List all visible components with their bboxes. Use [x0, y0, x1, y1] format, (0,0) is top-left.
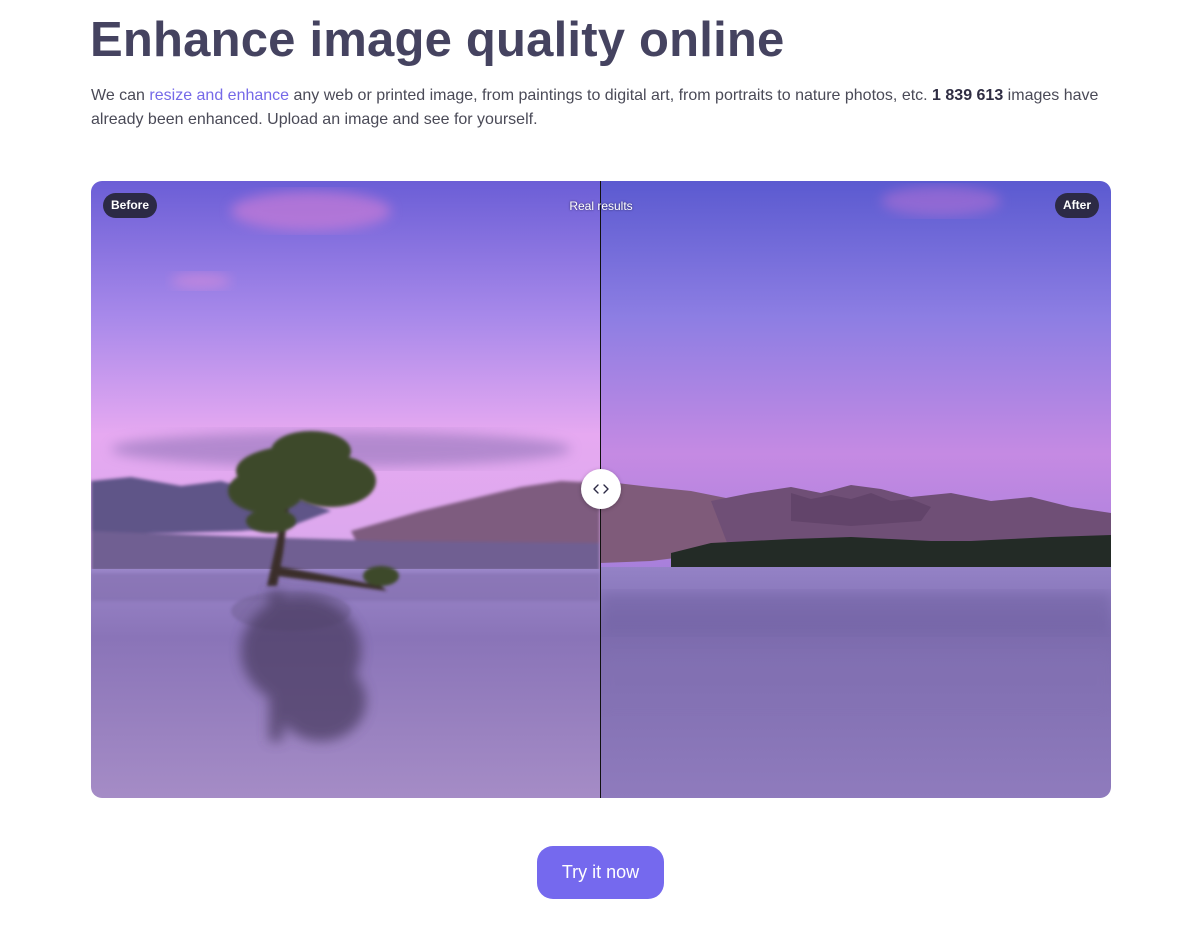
intro-text: We can resize and enhance any web or pri… — [91, 84, 1121, 132]
page: Enhance image quality online We can resi… — [0, 0, 1195, 951]
chevrons-left-right-icon — [593, 484, 609, 494]
real-results-label: Real results — [569, 199, 633, 213]
try-it-now-button[interactable]: Try it now — [537, 846, 664, 899]
intro-part-1: We can — [91, 87, 150, 104]
resize-enhance-link[interactable]: resize and enhance — [149, 87, 289, 104]
after-badge: After — [1054, 193, 1099, 218]
comparison-slider-handle[interactable] — [581, 469, 621, 509]
enhanced-count: 1 839 613 — [932, 87, 1004, 104]
page-title: Enhance image quality online — [90, 13, 785, 67]
intro-part-2: any web or printed image, from paintings… — [289, 87, 933, 104]
before-after-comparison[interactable]: Before Real results After — [91, 181, 1111, 798]
